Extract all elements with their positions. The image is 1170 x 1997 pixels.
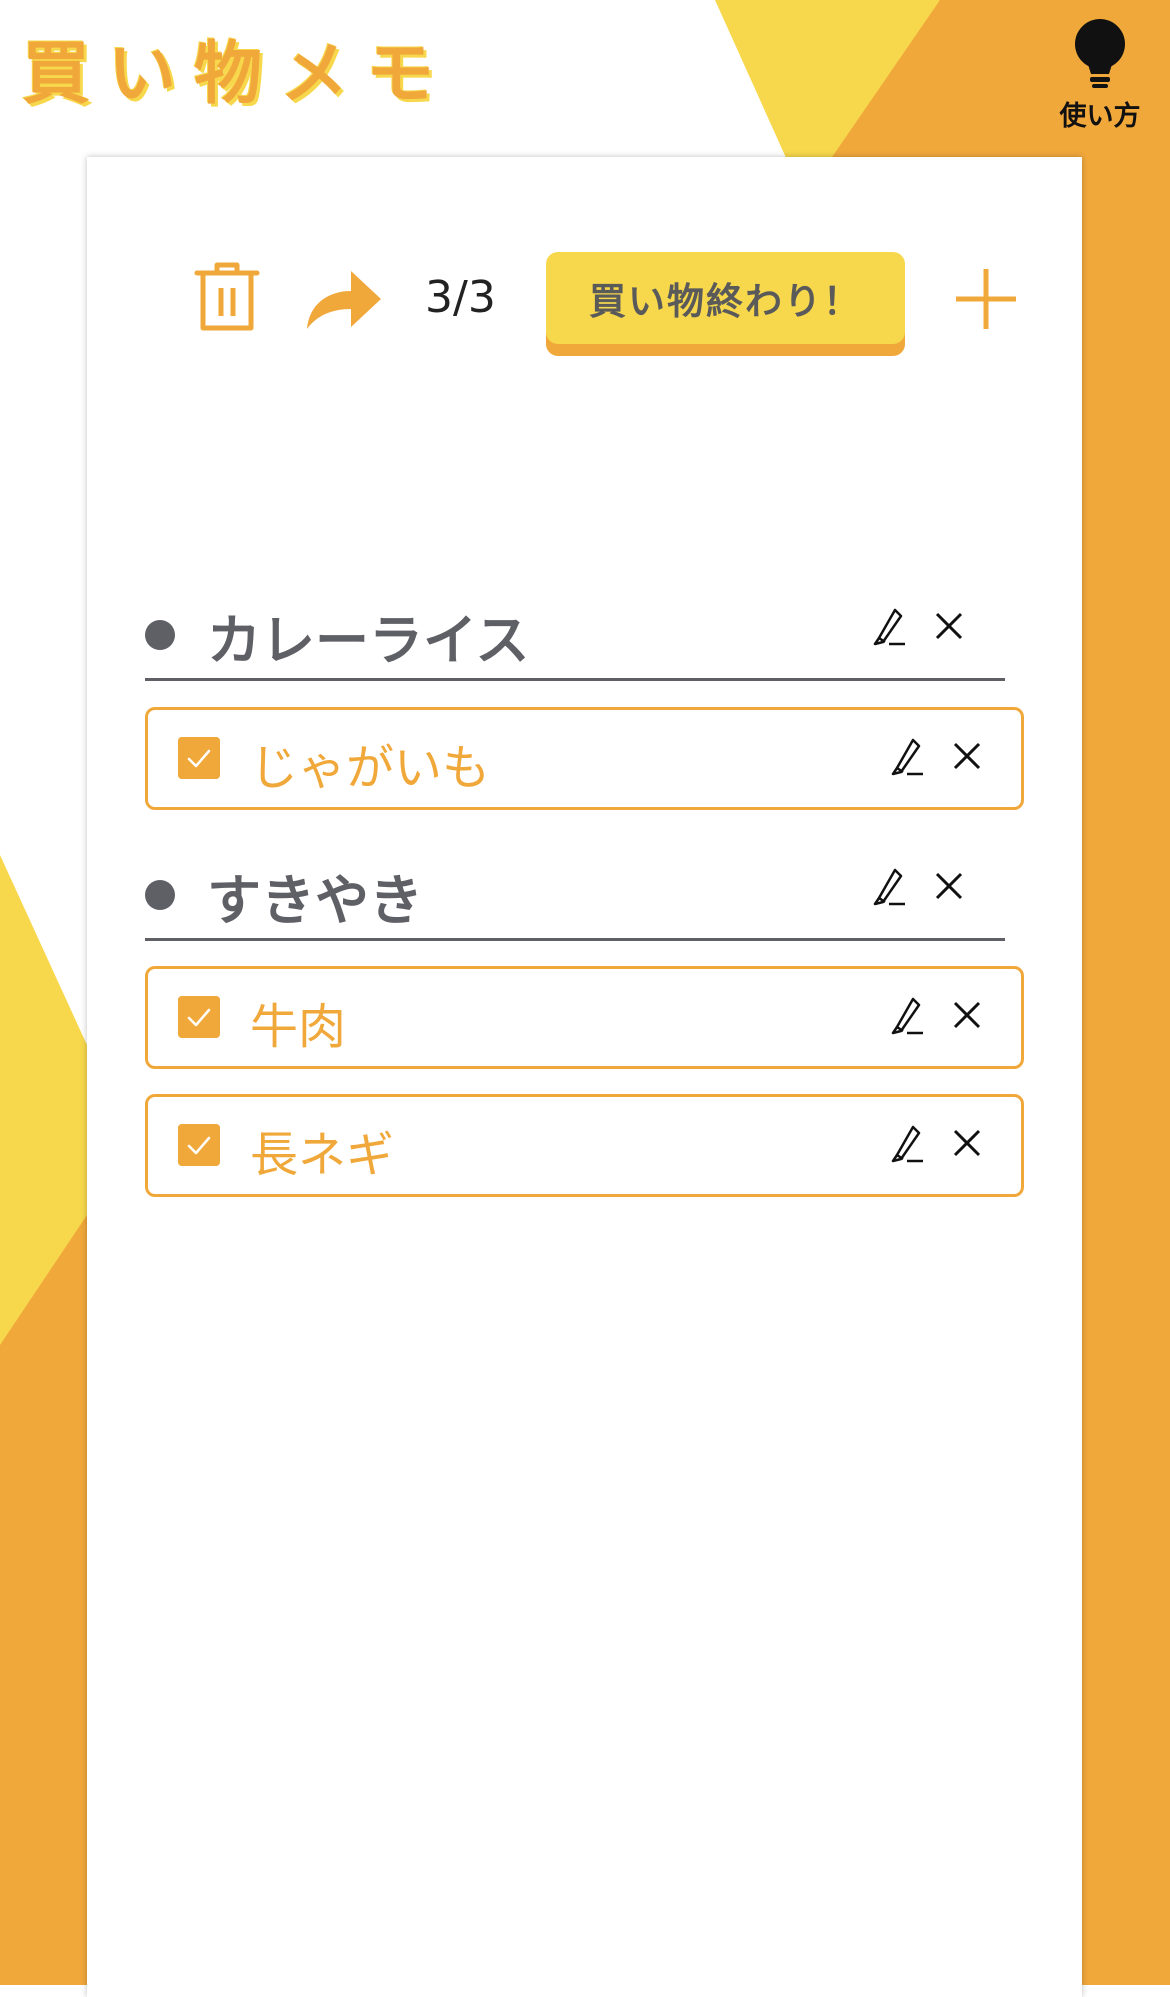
trash-icon[interactable] [194, 262, 260, 332]
edit-pencil-icon[interactable] [885, 1121, 929, 1165]
edit-pencil-icon[interactable] [867, 864, 911, 908]
close-icon[interactable] [927, 864, 971, 908]
list-heading: カレーライス [145, 580, 1005, 681]
edit-pencil-icon[interactable] [885, 993, 929, 1037]
close-icon[interactable] [927, 604, 971, 648]
plus-icon[interactable] [954, 267, 1018, 331]
bullet-icon [145, 880, 175, 910]
list-heading-title: カレーライス [207, 609, 530, 672]
share-arrow-icon[interactable] [305, 269, 383, 331]
finish-shopping-button[interactable]: 買い物終わり！ [546, 252, 905, 344]
list-item-name: 牛肉 [250, 999, 347, 1055]
list-heading-title: すきやき [207, 869, 423, 932]
lightbulb-icon [1075, 19, 1125, 88]
bullet-icon [145, 620, 175, 650]
item-counter: 3/3 [425, 272, 496, 323]
list-heading: すきやき [145, 840, 1005, 941]
checkbox-checked-icon[interactable] [178, 996, 220, 1038]
list-item-name: じゃがいも [250, 740, 491, 796]
checkbox-checked-icon[interactable] [178, 1124, 220, 1166]
checkbox-checked-icon[interactable] [178, 737, 220, 779]
app-title: 買い物メモ [22, 35, 453, 114]
edit-pencil-icon[interactable] [867, 604, 911, 648]
list-item-name: 長ネギ [250, 1127, 395, 1183]
edit-pencil-icon[interactable] [885, 734, 929, 778]
list-item[interactable]: じゃがいも [145, 707, 1024, 810]
list-item[interactable]: 牛肉 [145, 966, 1024, 1069]
toolbar: 3/3 買い物終わり！ [87, 252, 1082, 362]
close-icon[interactable] [945, 993, 989, 1037]
help-button[interactable]: 使い方 [1050, 18, 1150, 133]
close-icon[interactable] [945, 734, 989, 778]
help-label: 使い方 [1059, 101, 1141, 132]
shopping-list-card: 3/3 買い物終わり！ カレーライス じゃがいも すきやき 牛肉 長ネギ [87, 157, 1082, 1997]
close-icon[interactable] [945, 1121, 989, 1165]
list-item[interactable]: 長ネギ [145, 1094, 1024, 1197]
